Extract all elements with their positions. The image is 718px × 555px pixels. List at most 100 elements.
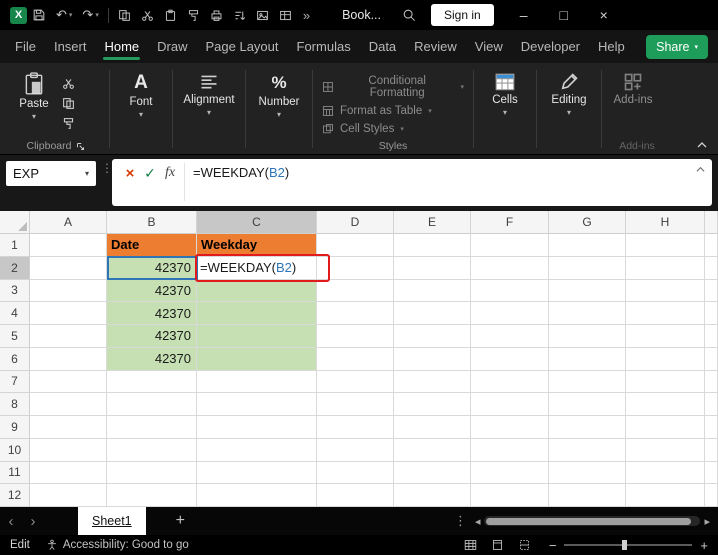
cell-H12[interactable] (626, 484, 705, 507)
tab-home[interactable]: Home (95, 30, 148, 63)
cell-G4[interactable] (549, 302, 626, 325)
cell-G12[interactable] (549, 484, 626, 507)
cell-G10[interactable] (549, 438, 626, 462)
cell-F11[interactable] (471, 461, 549, 485)
cell-C5[interactable] (197, 325, 317, 348)
cell-F6[interactable] (471, 347, 549, 371)
cell-A6[interactable] (30, 347, 107, 371)
cell-H9[interactable] (626, 416, 705, 439)
cell-H3[interactable] (626, 279, 705, 303)
cell-G11[interactable] (549, 461, 626, 485)
formula-bar-resize-handle[interactable]: ⋮ (101, 162, 113, 174)
cell-D10[interactable] (317, 438, 394, 462)
column-header-A[interactable]: A (30, 211, 107, 234)
scroll-right-icon[interactable]: ▸ (704, 515, 710, 528)
cell-G3[interactable] (549, 279, 626, 303)
cell-E11[interactable] (394, 461, 471, 485)
tab-help[interactable]: Help (589, 30, 634, 63)
cell-A4[interactable] (30, 302, 107, 325)
cell-H5[interactable] (626, 325, 705, 348)
cell-C10[interactable] (197, 438, 317, 462)
cell-A2[interactable] (30, 256, 107, 280)
zoom-slider[interactable] (564, 540, 693, 550)
scrollbar-thumb[interactable] (486, 517, 692, 525)
cell-C3[interactable] (197, 279, 317, 303)
row-header-9[interactable]: 9 (0, 416, 30, 439)
cell-G2[interactable] (549, 256, 626, 280)
cell-D7[interactable] (317, 370, 394, 394)
sort-button[interactable] (228, 0, 251, 30)
editing-button[interactable]: Editing ▾ (542, 68, 596, 117)
cell-E12[interactable] (394, 484, 471, 507)
addins-button[interactable]: Add-ins (607, 68, 659, 106)
cell-D5[interactable] (317, 325, 394, 348)
cell-E1[interactable] (394, 234, 471, 257)
cell-C1[interactable]: Weekday (197, 234, 317, 257)
cell-C12[interactable] (197, 484, 317, 507)
zoom-slider-thumb[interactable] (622, 540, 628, 550)
cell-A10[interactable] (30, 438, 107, 462)
cell-E4[interactable] (394, 302, 471, 325)
cell-A8[interactable] (30, 393, 107, 416)
tab-view[interactable]: View (466, 30, 512, 63)
cell-F1[interactable] (471, 234, 549, 257)
enter-button[interactable]: ✓ (140, 163, 160, 183)
row-header-4[interactable]: 4 (0, 302, 30, 325)
row-header-8[interactable]: 8 (0, 393, 30, 416)
select-all-corner[interactable] (0, 211, 30, 234)
cut-button[interactable] (62, 76, 75, 90)
tab-page-layout[interactable]: Page Layout (197, 30, 288, 63)
tab-review[interactable]: Review (405, 30, 466, 63)
cell-E9[interactable] (394, 416, 471, 439)
cell-E3[interactable] (394, 279, 471, 303)
cell-F5[interactable] (471, 325, 549, 348)
cell-E8[interactable] (394, 393, 471, 416)
paste-quick-button[interactable] (159, 0, 182, 30)
sign-in-button[interactable]: Sign in (431, 4, 494, 26)
cell-F8[interactable] (471, 393, 549, 416)
cell-A1[interactable] (30, 234, 107, 257)
column-header-G[interactable]: G (549, 211, 626, 234)
cell-B8[interactable] (107, 393, 197, 416)
cell-F12[interactable] (471, 484, 549, 507)
undo-button[interactable]: ↶ ▾ (51, 0, 77, 30)
format-as-table-button[interactable]: Format as Table ▾ (318, 104, 468, 118)
tab-draw[interactable]: Draw (148, 30, 196, 63)
copy-button[interactable] (113, 0, 136, 30)
name-box[interactable]: EXP ▾ (6, 161, 96, 186)
cell-D11[interactable] (317, 461, 394, 485)
cell-G7[interactable] (549, 370, 626, 394)
dialog-launcher-icon[interactable] (76, 142, 85, 151)
cell-H2[interactable] (626, 256, 705, 280)
horizontal-scrollbar[interactable]: ◂ ▸ (475, 515, 710, 528)
cell-F7[interactable] (471, 370, 549, 394)
cell-D12[interactable] (317, 484, 394, 507)
zoom-out-button[interactable]: − (549, 538, 557, 553)
cell-B9[interactable] (107, 416, 197, 439)
insert-function-button[interactable]: fx (160, 163, 180, 183)
formula-bar-expand-button[interactable] (695, 163, 706, 174)
column-header-E[interactable]: E (394, 211, 471, 234)
cell-H8[interactable] (626, 393, 705, 416)
sheet-menu-button[interactable]: ⋮ (446, 514, 475, 527)
cell-A5[interactable] (30, 325, 107, 348)
cell-D8[interactable] (317, 393, 394, 416)
row-header-2[interactable]: 2 (0, 256, 30, 280)
sheet-tab-sheet1[interactable]: Sheet1 (78, 507, 146, 535)
cell-F4[interactable] (471, 302, 549, 325)
format-painter-button[interactable] (182, 0, 205, 30)
row-header-7[interactable]: 7 (0, 370, 30, 394)
cell-B2[interactable]: 42370 (107, 256, 197, 280)
conditional-formatting-button[interactable]: Conditional Formatting ▾ (318, 74, 468, 100)
row-header-5[interactable]: 5 (0, 325, 30, 348)
toolbar-overflow-button[interactable]: » (297, 8, 316, 23)
cell-E10[interactable] (394, 438, 471, 462)
scroll-left-icon[interactable]: ◂ (475, 515, 481, 528)
cell-C8[interactable] (197, 393, 317, 416)
cancel-button[interactable]: × (120, 163, 140, 183)
row-header-1[interactable]: 1 (0, 234, 30, 257)
cell-styles-button[interactable]: Cell Styles ▾ (318, 122, 468, 136)
column-header-F[interactable]: F (471, 211, 549, 234)
scrollbar-track[interactable] (484, 516, 701, 526)
alignment-button[interactable]: Alignment ▾ (178, 68, 240, 117)
